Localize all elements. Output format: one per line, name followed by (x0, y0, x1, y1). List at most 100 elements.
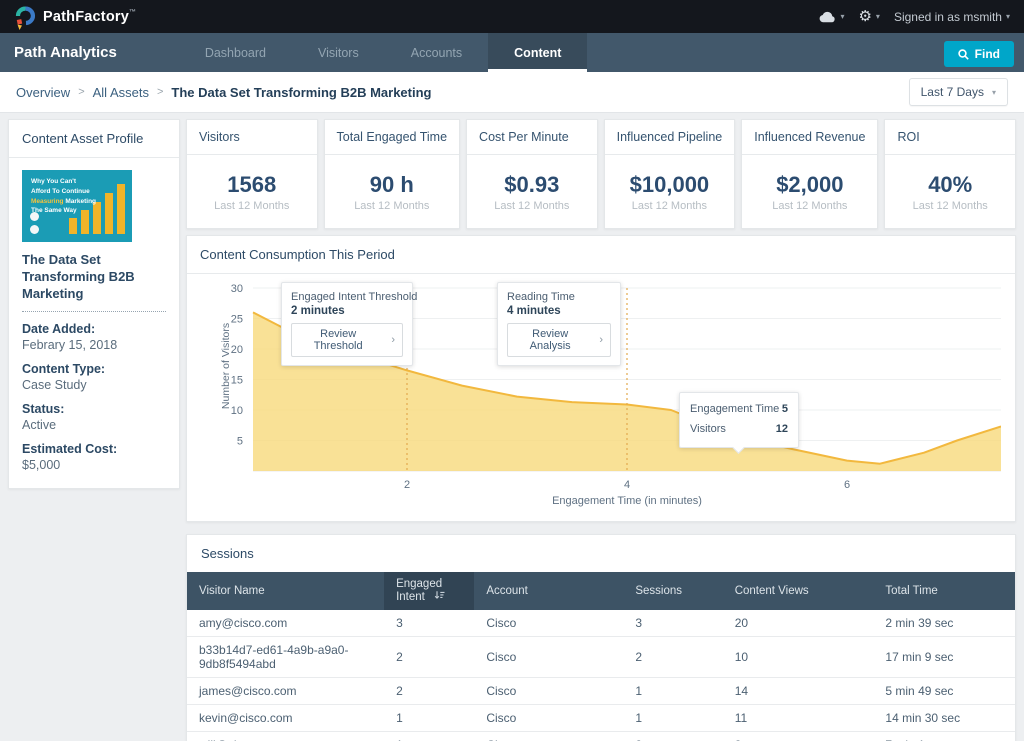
table-row: kevin@cisco.com 1 Cisco 1 11 14 min 30 s… (187, 705, 1015, 732)
cell-visitor: b33b14d7-ed61-4a9b-a9a0-9db8f5494abd (187, 637, 384, 678)
pathfactory-logo-icon (14, 4, 36, 30)
kpi-period: Last 12 Months (913, 200, 988, 212)
cell-visitor: james@cisco.com (187, 678, 384, 705)
kpi-card-roi: ROI 40%Last 12 Months (884, 119, 1016, 229)
cell-account: Cisco (474, 610, 623, 637)
column-header-account[interactable]: Account (474, 572, 623, 610)
kpi-period: Last 12 Months (772, 200, 847, 212)
cell-visitor: kevin@cisco.com (187, 705, 384, 732)
kpi-row: Visitors 1568Last 12 Months Total Engage… (186, 119, 1016, 229)
table-row: b33b14d7-ed61-4a9b-a9a0-9db8f5494abd 2 C… (187, 637, 1015, 678)
user-menu[interactable]: Signed in as msmith ▾ (894, 10, 1010, 24)
engaged-intent-threshold-tooltip: Engaged Intent Threshold 2 minutes Revie… (281, 282, 413, 366)
cell-engaged-intent: 2 (384, 678, 474, 705)
svg-text:30: 30 (231, 283, 243, 295)
cell-engaged-intent: 1 (384, 732, 474, 741)
brand-name: PathFactory™ (43, 9, 136, 25)
table-row: amy@cisco.com 3 Cisco 3 20 2 min 39 sec (187, 610, 1015, 637)
product-title: Path Analytics (14, 44, 117, 61)
chevron-down-icon: ▾ (1006, 12, 1010, 21)
chevron-down-icon: ▾ (876, 12, 880, 21)
cell-total-time: 2 min 39 sec (873, 610, 1015, 637)
cell-content-views: 14 (723, 678, 874, 705)
kpi-period: Last 12 Months (354, 200, 429, 212)
chevron-down-icon: ▾ (992, 88, 996, 97)
kpi-card-visitors: Visitors 1568Last 12 Months (186, 119, 318, 229)
chevron-down-icon: ▾ (840, 12, 844, 21)
nav-tab-accounts[interactable]: Accounts (385, 33, 488, 72)
nav-tab-visitors[interactable]: Visitors (292, 33, 385, 72)
data-point-tooltip: Engagement Time5 Visitors12 (679, 392, 799, 448)
chevron-right-icon: › (599, 334, 603, 346)
gear-icon: ⚙ (858, 9, 871, 24)
breadcrumb-all-assets[interactable]: All Assets (93, 85, 149, 100)
cloud-icon (819, 11, 836, 23)
column-header-content-views[interactable]: Content Views (723, 572, 874, 610)
cell-engaged-intent: 1 (384, 705, 474, 732)
svg-text:10: 10 (231, 405, 243, 417)
cell-visitor: amy@cisco.com (187, 610, 384, 637)
svg-text:25: 25 (231, 314, 243, 326)
date-range-dropdown[interactable]: Last 7 Days ▾ (909, 78, 1008, 106)
field-status: Status: Active (22, 402, 166, 432)
cell-sessions: 1 (623, 678, 722, 705)
sessions-title: Sessions (187, 535, 1015, 572)
field-content-type: Content Type: Case Study (22, 362, 166, 392)
cell-visitor: will@cisco.com (187, 732, 384, 741)
chart-title: Content Consumption This Period (187, 236, 1015, 274)
asset-thumbnail: Why You Can't Afford To Continue Measuri… (22, 170, 132, 242)
cloud-menu[interactable]: ▾ (819, 11, 844, 23)
trademark: ™ (129, 9, 136, 16)
chevron-right-icon: › (391, 334, 395, 346)
field-date-added: Date Added: Febrary 15, 2018 (22, 322, 166, 352)
primary-nav: Path Analytics Dashboard Visitors Accoun… (0, 33, 1024, 72)
cell-sessions: 2 (623, 732, 722, 741)
kpi-card-influenced-pipeline: Influenced Pipeline $10,000Last 12 Month… (604, 119, 736, 229)
cell-account: Cisco (474, 705, 623, 732)
content-asset-profile-panel: Content Asset Profile Why You Can't Affo… (8, 119, 180, 489)
cell-sessions: 2 (623, 637, 722, 678)
cell-content-views: 20 (723, 610, 874, 637)
breadcrumb-bar: Overview > All Assets > The Data Set Tra… (0, 72, 1024, 113)
svg-text:6: 6 (844, 479, 850, 491)
table-row: james@cisco.com 2 Cisco 1 14 5 min 49 se… (187, 678, 1015, 705)
kpi-value: 90 h (370, 172, 414, 198)
review-threshold-button[interactable]: Review Threshold› (291, 323, 403, 357)
column-header-total-time[interactable]: Total Time (873, 572, 1015, 610)
cell-total-time: 5 min 49 sec (873, 678, 1015, 705)
svg-text:2: 2 (404, 479, 410, 491)
kpi-card-cost-per-minute: Cost Per Minute $0.93Last 12 Months (466, 119, 598, 229)
svg-text:15: 15 (231, 375, 243, 387)
nav-tab-dashboard[interactable]: Dashboard (179, 33, 292, 72)
column-header-engaged-intent[interactable]: Engaged Intent (384, 572, 474, 610)
breadcrumb-overview[interactable]: Overview (16, 85, 70, 100)
cell-content-views: 11 (723, 705, 874, 732)
table-row: will@cisco.com 1 Cisco 2 3 7 min 1 sec (187, 732, 1015, 741)
svg-text:20: 20 (231, 344, 243, 356)
content-consumption-card: Content Consumption This Period Number o… (186, 235, 1016, 522)
nav-tab-content[interactable]: Content (488, 33, 587, 72)
cell-sessions: 1 (623, 705, 722, 732)
find-button-label: Find (975, 47, 1000, 61)
breadcrumb-separator: > (78, 86, 84, 98)
review-analysis-button[interactable]: Review Analysis› (507, 323, 611, 357)
reading-time-tooltip: Reading Time 4 minutes Review Analysis› (497, 282, 621, 366)
kpi-value: $0.93 (504, 172, 559, 198)
cell-account: Cisco (474, 678, 623, 705)
x-axis-label: Engagement Time (in minutes) (201, 495, 1001, 507)
column-header-sessions[interactable]: Sessions (623, 572, 722, 610)
signed-in-label: Signed in as msmith (894, 10, 1002, 24)
kpi-value: $10,000 (630, 172, 710, 198)
kpi-card-total-engaged-time: Total Engaged Time 90 hLast 12 Months (324, 119, 461, 229)
column-header-visitor-name[interactable]: Visitor Name (187, 572, 384, 610)
field-estimated-cost: Estimated Cost: $5,000 (22, 442, 166, 472)
sessions-table: Visitor Name Engaged Intent Account (187, 572, 1015, 741)
find-button[interactable]: Find (944, 41, 1014, 67)
settings-menu[interactable]: ⚙ ▾ (858, 9, 879, 24)
date-range-label: Last 7 Days (921, 85, 984, 99)
kpi-period: Last 12 Months (494, 200, 569, 212)
svg-text:5: 5 (237, 436, 243, 448)
kpi-card-influenced-revenue: Influenced Revenue $2,000Last 12 Months (741, 119, 878, 229)
kpi-period: Last 12 Months (632, 200, 707, 212)
kpi-period: Last 12 Months (214, 200, 289, 212)
